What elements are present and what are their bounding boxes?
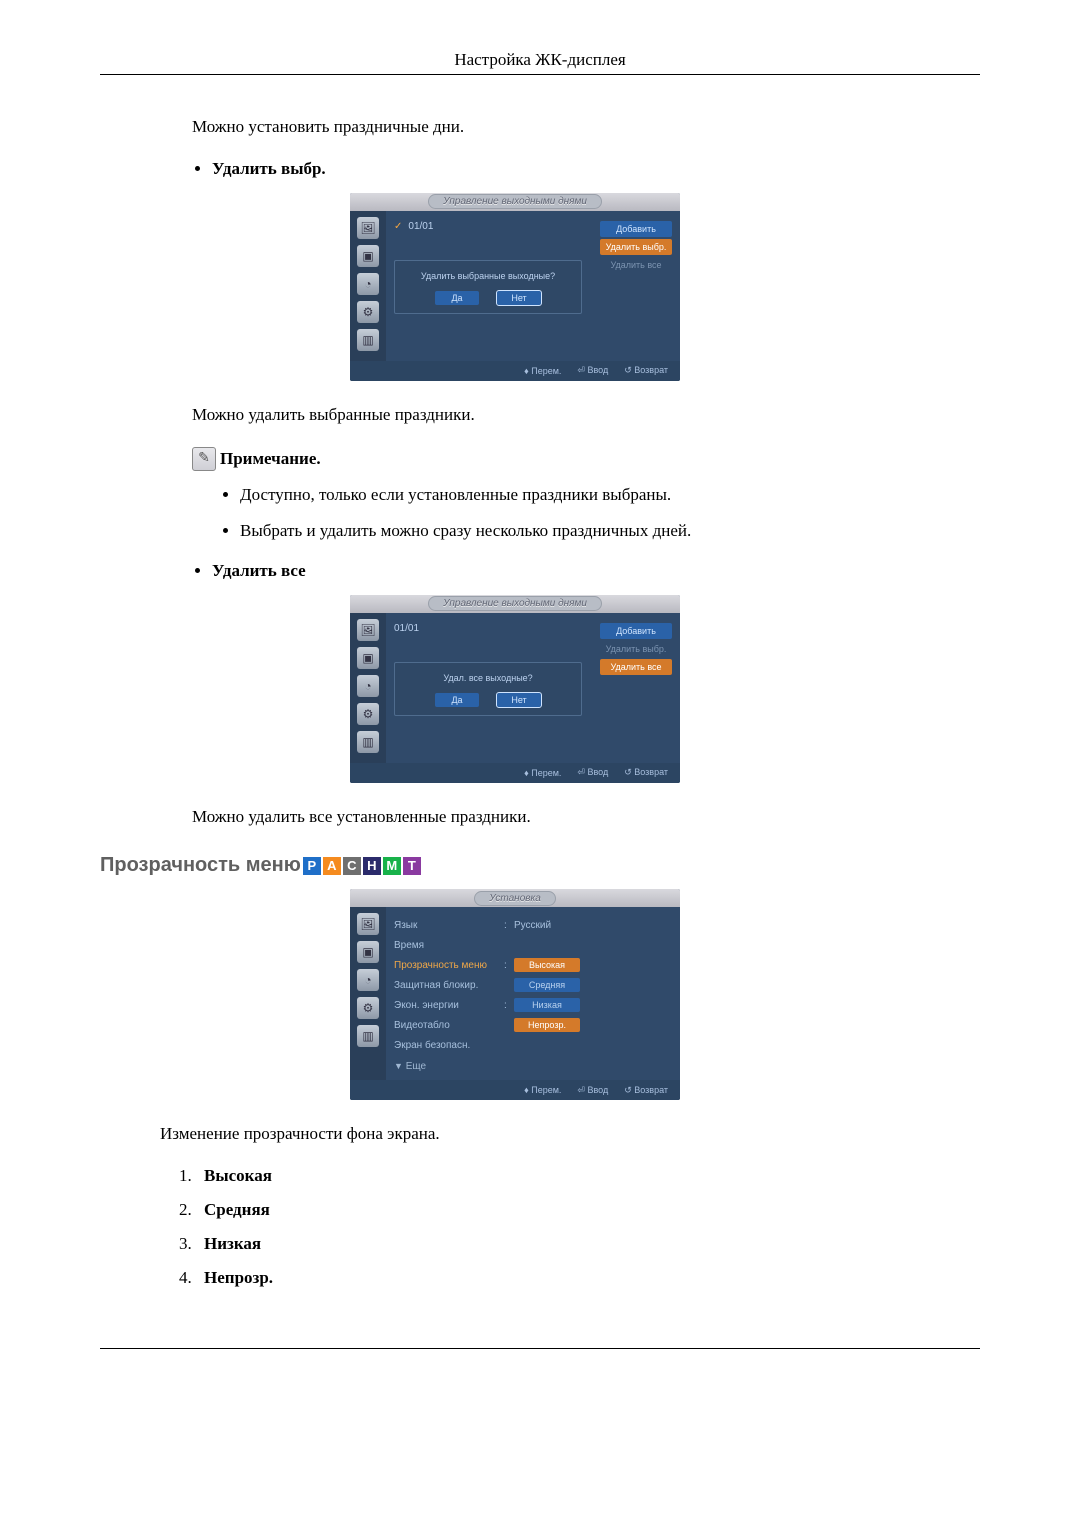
delete-selected-button[interactable]: Удалить выбр. [600, 641, 672, 657]
confirm-dialog: Удалить выбранные выходные? Да Нет [394, 260, 582, 314]
hint-move: ♦ Перем. [524, 768, 561, 778]
menu-label-eco: Экон. энергии [394, 1000, 504, 1011]
hint-return: ↺ Возврат [624, 767, 668, 778]
hint-move: ♦ Перем. [524, 1085, 561, 1095]
no-button[interactable]: Нет [497, 291, 541, 305]
option-high[interactable]: Высокая [514, 958, 580, 972]
menu-label-safety: Экран безопасн. [394, 1040, 504, 1051]
note-label: Примечание. [220, 449, 321, 469]
list-item: Средняя [196, 1200, 980, 1220]
osd-delete-selected: Управление выходными днями 🖼 ▣ ◔ ⚙ ▥ ✓ 0… [350, 193, 680, 381]
input-icon: ▣ [357, 245, 379, 267]
delete-all-description: Можно удалить все установленные праздник… [192, 805, 980, 829]
multi-icon: ▥ [357, 1025, 379, 1047]
no-button[interactable]: Нет [497, 693, 541, 707]
menu-label-language: Язык [394, 920, 504, 931]
gear-icon: ⚙ [357, 703, 379, 725]
menu-label-time: Время [394, 940, 504, 951]
multi-icon: ▥ [357, 329, 379, 351]
hint-move: ♦ Перем. [524, 366, 561, 376]
hint-return: ↺ Возврат [624, 1085, 668, 1096]
page-header-title: Настройка ЖК-дисплея [100, 50, 980, 70]
badge-a: A [323, 857, 341, 875]
list-item: Непрозр. [196, 1268, 980, 1288]
delete-all-button[interactable]: Удалить все [600, 659, 672, 675]
multi-icon: ▥ [357, 731, 379, 753]
confirm-dialog: Удал. все выходные? Да Нет [394, 662, 582, 716]
option-low[interactable]: Низкая [514, 998, 580, 1012]
gear-icon: ⚙ [357, 301, 379, 323]
delete-selected-button[interactable]: Удалить выбр. [600, 239, 672, 255]
osd-title: Установка [474, 891, 556, 906]
header-rule [100, 74, 980, 75]
menu-label-transparency[interactable]: Прозрачность меню [394, 960, 504, 971]
clock-icon: ◔ [357, 273, 379, 295]
osd-transparency: Установка 🖼 ▣ ◔ ⚙ ▥ Язык : Русский [350, 889, 680, 1100]
add-button[interactable]: Добавить [600, 221, 672, 237]
confirm-question: Удал. все выходные? [403, 673, 573, 683]
input-icon: ▣ [357, 941, 379, 963]
yes-button[interactable]: Да [435, 291, 479, 305]
intro-paragraph: Можно установить праздничные дни. [192, 115, 980, 139]
note-item: Доступно, только если установленные праз… [240, 485, 980, 505]
check-icon: ✓ [394, 221, 402, 232]
footer-rule [100, 1348, 980, 1349]
transparency-description: Изменение прозрачности фона экрана. [160, 1122, 980, 1146]
confirm-question: Удалить выбранные выходные? [403, 271, 573, 281]
note-icon: ✎ [192, 447, 216, 471]
list-item: Низкая [196, 1234, 980, 1254]
gear-icon: ⚙ [357, 997, 379, 1019]
delete-selected-description: Можно удалить выбранные праздники. [192, 403, 980, 427]
badge-t: T [403, 857, 421, 875]
menu-more[interactable]: ▼ Еще [394, 1061, 672, 1072]
menu-label-videowall: Видеотабло [394, 1020, 504, 1031]
osd-delete-all: Управление выходными днями 🖼 ▣ ◔ ⚙ ▥ 01/… [350, 595, 680, 783]
date-value: 01/01 [408, 221, 433, 232]
badge-p: P [303, 857, 321, 875]
bullet-delete-selected: Удалить выбр. [212, 159, 980, 179]
yes-button[interactable]: Да [435, 693, 479, 707]
hint-enter: ⏎ Ввод [577, 365, 608, 376]
menu-value-language: Русский [514, 920, 551, 931]
add-button[interactable]: Добавить [600, 623, 672, 639]
badge-h: H [363, 857, 381, 875]
section-heading-transparency: Прозрачность меню [100, 854, 301, 877]
list-item: Высокая [196, 1166, 980, 1186]
clock-icon: ◔ [357, 675, 379, 697]
input-icon: ▣ [357, 647, 379, 669]
clock-icon: ◔ [357, 969, 379, 991]
note-item: Выбрать и удалить можно сразу несколько … [240, 521, 980, 541]
date-value: 01/01 [394, 623, 419, 634]
picture-icon: 🖼 [357, 619, 379, 641]
delete-all-button[interactable]: Удалить все [600, 257, 672, 273]
badge-c: C [343, 857, 361, 875]
picture-icon: 🖼 [357, 217, 379, 239]
option-opaque[interactable]: Непрозр. [514, 1018, 580, 1032]
picture-icon: 🖼 [357, 913, 379, 935]
osd-title: Управление выходными днями [428, 596, 602, 611]
hint-enter: ⏎ Ввод [577, 767, 608, 778]
bullet-delete-all: Удалить все [212, 561, 980, 581]
hint-enter: ⏎ Ввод [577, 1085, 608, 1096]
badge-m: M [383, 857, 401, 875]
option-mid[interactable]: Средняя [514, 978, 580, 992]
osd-title: Управление выходными днями [428, 194, 602, 209]
menu-label-lock: Защитная блокир. [394, 980, 504, 991]
hint-return: ↺ Возврат [624, 365, 668, 376]
